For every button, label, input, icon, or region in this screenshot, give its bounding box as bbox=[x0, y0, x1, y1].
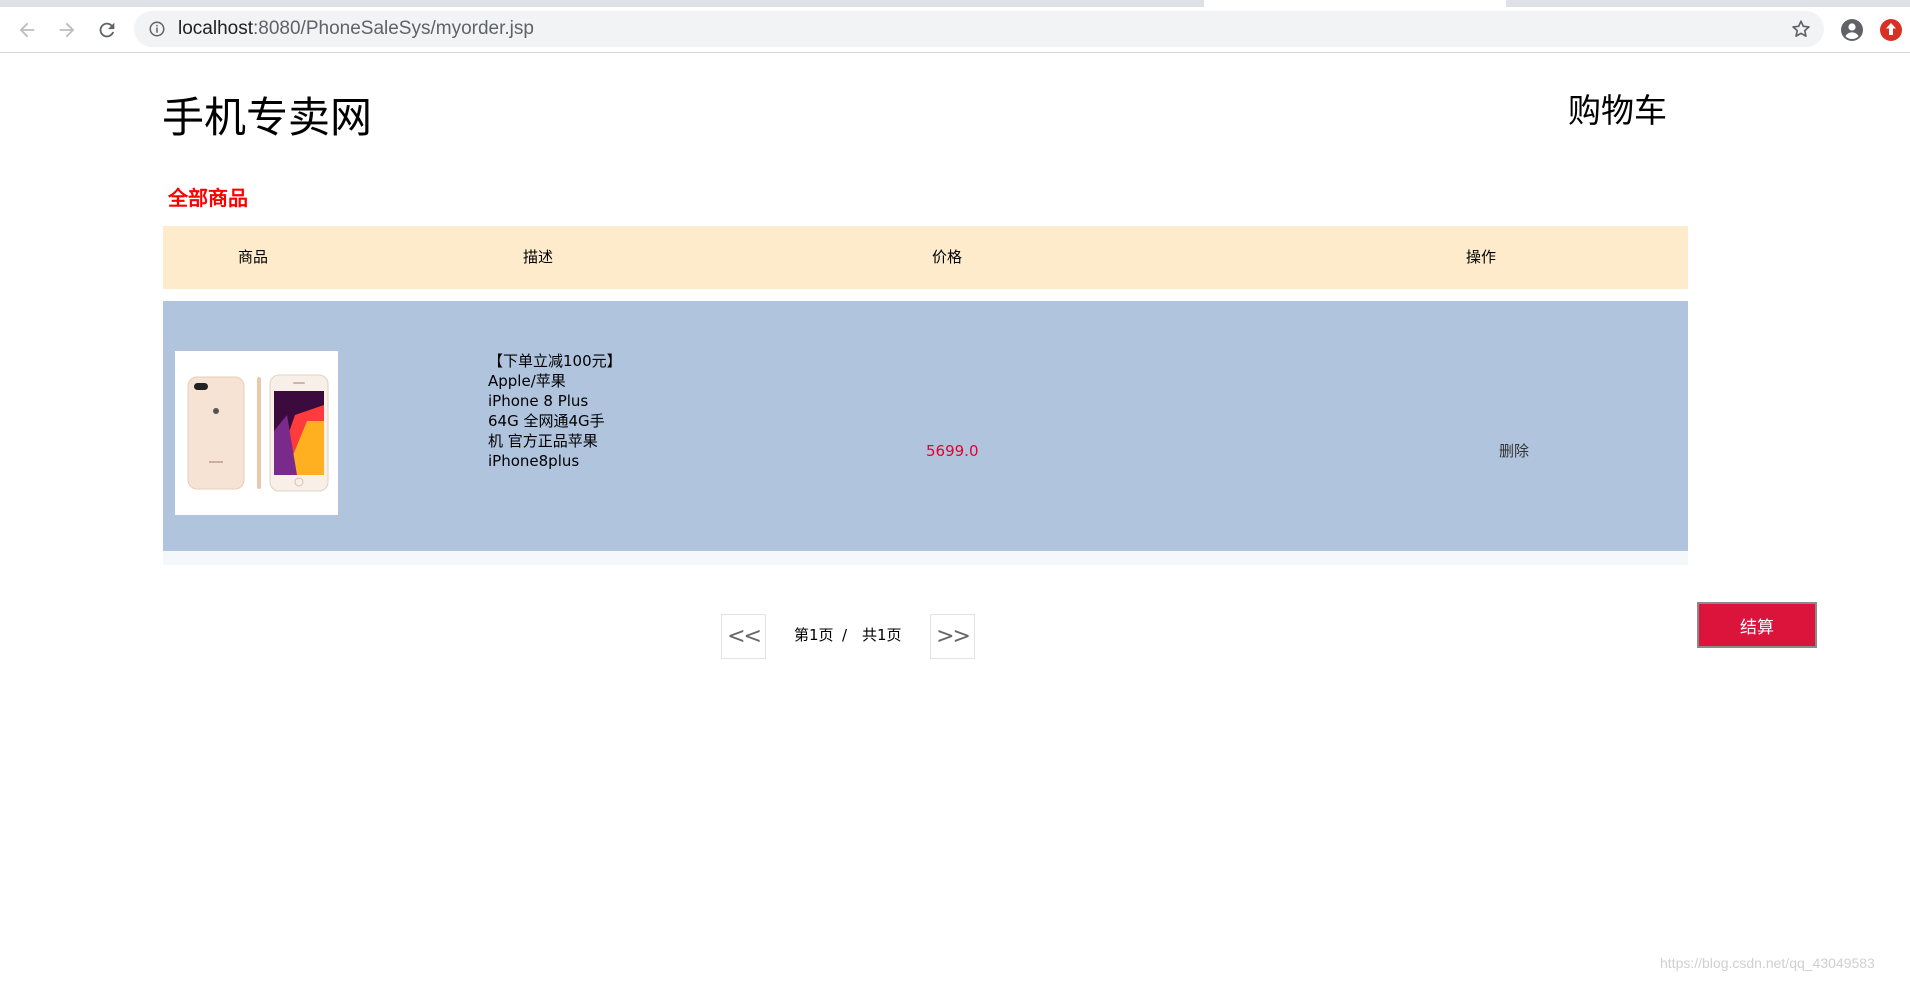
table-header: 商品 描述 价格 操作 bbox=[163, 226, 1688, 289]
address-bar[interactable]: localhost:8080/PhoneSaleSys/myorder.jsp bbox=[134, 11, 1824, 47]
header-price: 价格 bbox=[932, 248, 963, 266]
url-path: :8080/PhoneSaleSys/myorder.jsp bbox=[253, 18, 534, 39]
table-row: 【下单立减100元】Apple/苹果 iPhone 8 Plus 64G 全网通… bbox=[163, 301, 1688, 551]
product-description: 【下单立减100元】Apple/苹果 iPhone 8 Plus 64G 全网通… bbox=[488, 352, 615, 470]
checkout-button[interactable]: 结算 bbox=[1697, 602, 1817, 648]
site-title: 手机专卖网 bbox=[162, 93, 373, 142]
bookmark-star-icon[interactable] bbox=[1790, 18, 1812, 40]
product-price: 5699.0 bbox=[926, 442, 979, 460]
url-host: localhost bbox=[178, 18, 253, 39]
cart-link[interactable]: 购物车 bbox=[1568, 90, 1667, 132]
forward-arrow-icon[interactable] bbox=[51, 14, 83, 46]
browser-toolbar: localhost:8080/PhoneSaleSys/myorder.jsp bbox=[0, 7, 1910, 53]
prev-page-button[interactable]: << bbox=[721, 614, 766, 659]
table-footer-strip bbox=[163, 551, 1688, 565]
next-page-button[interactable]: >> bbox=[930, 614, 975, 659]
info-icon[interactable] bbox=[148, 20, 166, 38]
update-icon[interactable] bbox=[1877, 16, 1905, 44]
delete-link[interactable]: 删除 bbox=[1499, 440, 1529, 462]
watermark: https://blog.csdn.net/qq_43049583 bbox=[1660, 955, 1875, 971]
tab-strip bbox=[0, 0, 1910, 7]
header-description: 描述 bbox=[523, 248, 554, 266]
url-text[interactable]: localhost:8080/PhoneSaleSys/myorder.jsp bbox=[178, 18, 534, 40]
product-image[interactable] bbox=[175, 351, 338, 515]
active-tab[interactable] bbox=[1204, 0, 1506, 7]
current-page: 第1页 bbox=[794, 626, 834, 644]
reload-icon[interactable] bbox=[91, 14, 123, 46]
section-title: 全部商品 bbox=[168, 186, 248, 210]
header-product: 商品 bbox=[238, 248, 269, 266]
back-arrow-icon[interactable] bbox=[11, 14, 43, 46]
page-separator: / bbox=[842, 626, 848, 644]
profile-icon[interactable] bbox=[1838, 16, 1866, 44]
header-action: 操作 bbox=[1466, 248, 1497, 266]
total-pages: 共1页 bbox=[862, 626, 902, 644]
